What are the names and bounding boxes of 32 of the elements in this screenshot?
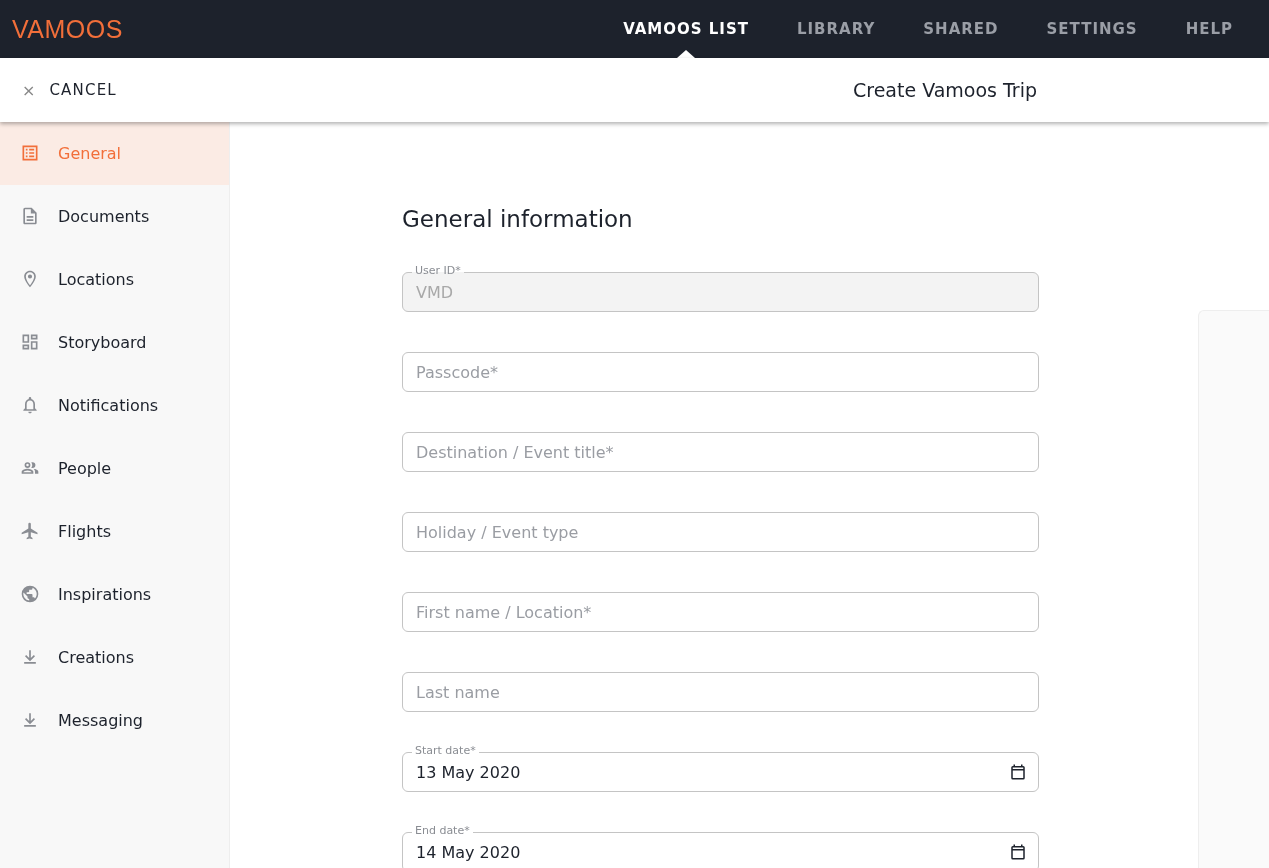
sidebar-item[interactable]: Messaging: [0, 688, 229, 752]
airplane-icon: [20, 521, 40, 541]
dashboard-icon: [20, 332, 40, 352]
page-title: Create Vamoos Trip: [853, 79, 1037, 101]
sidebar-item[interactable]: Locations: [0, 247, 229, 311]
input-field[interactable]: Passcode*: [402, 352, 1039, 392]
sidebar-item[interactable]: Inspirations: [0, 562, 229, 626]
vamoos-logo[interactable]: VAMOOS: [12, 14, 123, 44]
calendar-icon: [1009, 763, 1027, 781]
sidebar-item[interactable]: Flights: [0, 499, 229, 563]
nav-tab[interactable]: HELP: [1161, 0, 1257, 58]
list-icon: [20, 143, 40, 163]
close-icon: ×: [22, 80, 36, 100]
input-field[interactable]: First name / Location*: [402, 592, 1039, 632]
nav-tab[interactable]: SETTINGS: [1022, 0, 1162, 58]
nav-tab[interactable]: SHARED: [899, 0, 1023, 58]
document-icon: [20, 206, 40, 226]
nav-tab[interactable]: LIBRARY: [773, 0, 900, 58]
sidebar-item[interactable]: Documents: [0, 184, 229, 248]
bell-icon: [20, 395, 40, 415]
cancel-button[interactable]: × CANCEL: [22, 80, 117, 100]
nav-tab[interactable]: VAMOOS LIST: [599, 0, 773, 58]
sidebar-item[interactable]: Storyboard: [0, 310, 229, 374]
globe-icon: [20, 584, 40, 604]
sidebar-item[interactable]: Creations: [0, 625, 229, 689]
calendar-icon: [1009, 843, 1027, 861]
sidebar-item[interactable]: People: [0, 436, 229, 500]
input-field[interactable]: Holiday / Event type: [402, 512, 1039, 552]
input-field[interactable]: Destination / Event title*: [402, 432, 1039, 472]
sidebar-item[interactable]: Notifications: [0, 373, 229, 437]
input-field[interactable]: Last name: [402, 672, 1039, 712]
section-heading: General information: [402, 206, 634, 232]
